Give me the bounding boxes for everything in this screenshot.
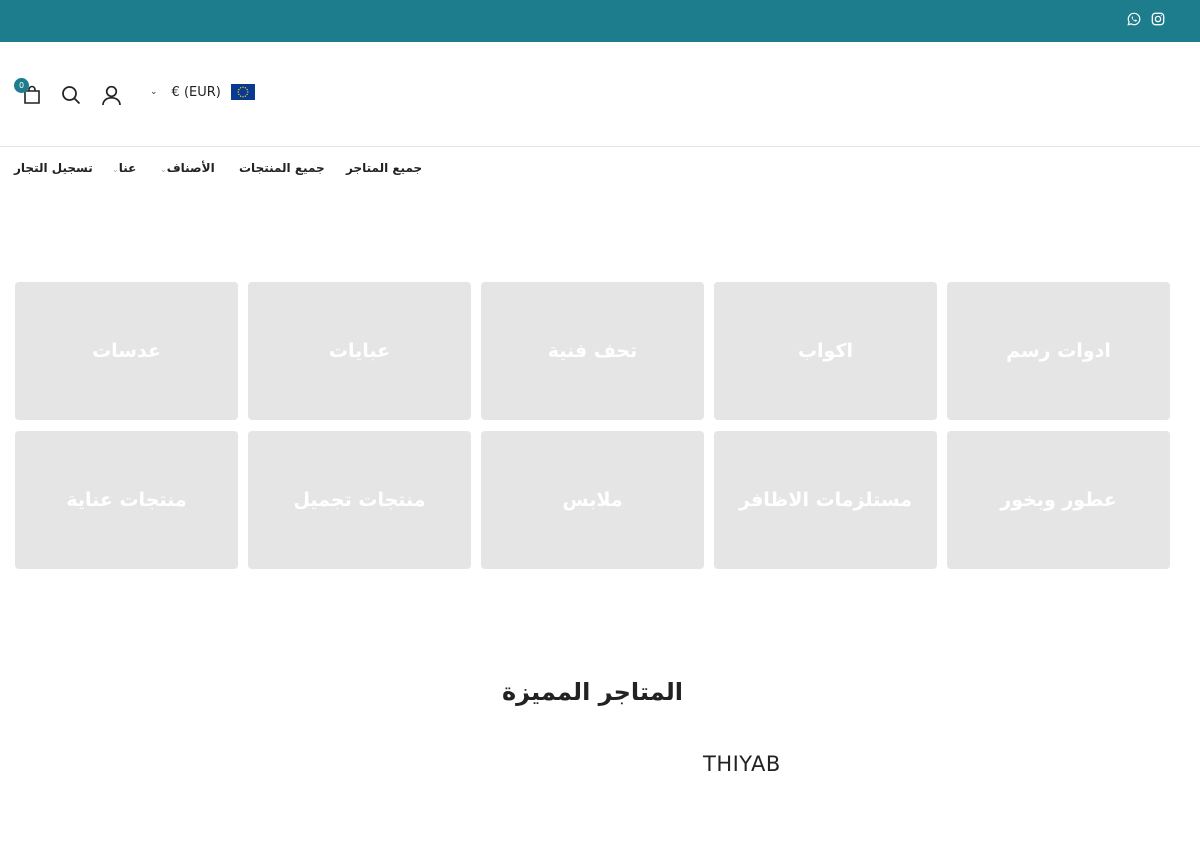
account-button[interactable] xyxy=(100,84,122,106)
user-icon xyxy=(101,85,121,105)
category-tile[interactable]: عطور وبخور xyxy=(947,431,1170,569)
main-nav: جميع المتاجر جميع المنتجات ⌄الأصناف ⌄عنا… xyxy=(0,147,1200,193)
instagram-icon[interactable] xyxy=(1150,11,1166,27)
category-tile[interactable]: اكواب xyxy=(714,282,937,420)
chevron-down-icon: ⌄ xyxy=(112,165,119,174)
category-tile[interactable]: تحف فنية xyxy=(481,282,704,420)
featured-stores-title: المتاجر المميزة xyxy=(501,678,684,706)
category-tile[interactable]: مستلزمات الاظافر xyxy=(714,431,937,569)
chevron-down-icon: ⌄ xyxy=(150,87,158,97)
category-tile[interactable]: عدسات xyxy=(15,282,238,420)
nav-item-categories[interactable]: ⌄الأصناف xyxy=(156,161,215,175)
category-tile[interactable]: منتجات عناية xyxy=(15,431,238,569)
category-tile[interactable]: ادوات رسم xyxy=(947,282,1170,420)
nav-item-about[interactable]: ⌄عنا xyxy=(108,161,136,175)
search-button[interactable] xyxy=(61,85,81,105)
header: 0 ⌄ € (EUR) xyxy=(0,42,1200,147)
top-bar xyxy=(0,0,1200,42)
whatsapp-icon[interactable] xyxy=(1126,11,1142,27)
nav-item-all-products[interactable]: جميع المنتجات xyxy=(239,161,325,175)
category-tile[interactable]: منتجات تجميل xyxy=(248,431,471,569)
cart-button[interactable]: 0 xyxy=(14,78,42,106)
nav-item-all-stores[interactable]: جميع المتاجر xyxy=(346,161,422,175)
store-link[interactable]: THIYAB xyxy=(703,752,781,776)
search-icon xyxy=(62,86,81,105)
currency-label: € (EUR) xyxy=(171,84,221,100)
chevron-down-icon: ⌄ xyxy=(160,165,167,174)
eu-flag-icon xyxy=(230,84,255,100)
nav-item-merchant-registration[interactable]: تسجيل التجار xyxy=(14,161,93,175)
currency-selector[interactable]: ⌄ € (EUR) xyxy=(150,84,255,100)
category-tile[interactable]: ملابس xyxy=(481,431,704,569)
category-tile[interactable]: عبايات xyxy=(248,282,471,420)
cart-count-badge: 0 xyxy=(14,78,29,93)
